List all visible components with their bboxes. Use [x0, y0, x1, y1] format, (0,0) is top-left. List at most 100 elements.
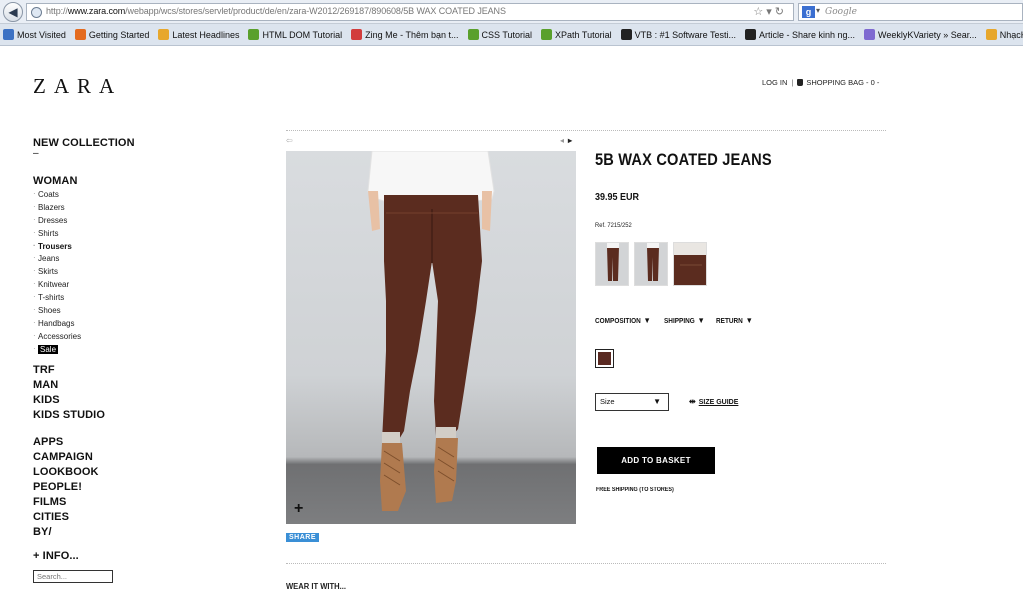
thumbnail-3[interactable] — [673, 242, 707, 286]
nav-lookbook[interactable]: LOOKBOOK — [33, 465, 193, 480]
zara-logo[interactable]: ZARA — [33, 74, 122, 99]
back-arrow-icon[interactable]: ◀ — [3, 2, 23, 22]
size-guide-label: SIZE GUIDE — [698, 399, 739, 406]
dropdown-triangle-icon: ▼ — [697, 316, 705, 325]
login-link[interactable]: LOG IN — [762, 78, 787, 87]
woman-subcategories: Coats Blazers Dresses Shirts Trousers Jeans Sk… — [33, 188, 193, 357]
divider-top — [286, 130, 886, 131]
bookmark-item[interactable]: Article - Share kinh ng... — [742, 24, 855, 45]
vtb-icon — [620, 29, 632, 40]
size-guide-link[interactable]: ⇹ SIZE GUIDE — [689, 397, 738, 406]
woman-item-accessories[interactable]: Accessories — [33, 330, 193, 344]
w3-icon — [248, 29, 260, 40]
woman-item-sale[interactable]: Sale — [33, 343, 193, 357]
bookmark-item[interactable]: XPath Tutorial — [538, 24, 612, 45]
rss-icon — [158, 29, 170, 40]
url-bar-icons[interactable]: ☆▾↻ — [753, 5, 787, 18]
woman-item-knitwear[interactable]: Knitwear — [33, 278, 193, 292]
nav-films[interactable]: FILMS — [33, 495, 193, 510]
globe-icon — [31, 7, 42, 18]
bookmark-item[interactable]: Getting Started — [72, 24, 149, 45]
zoom-plus-icon[interactable]: + — [294, 500, 303, 518]
nav-cities[interactable]: CITIES — [33, 510, 193, 525]
ruler-icon: ⇹ — [689, 397, 696, 406]
nav-info[interactable]: + INFO... — [33, 550, 193, 562]
browser-search-box[interactable]: g ▾ Google — [798, 3, 1023, 21]
zing-icon — [351, 29, 363, 40]
vtb-icon — [744, 29, 756, 40]
search-placeholder: Google — [825, 7, 857, 17]
site-search-input[interactable] — [33, 569, 113, 583]
bookmark-item[interactable]: Latest Headlines — [155, 24, 239, 45]
woman-item-shoes[interactable]: Shoes — [33, 304, 193, 318]
google-icon: g — [802, 6, 815, 18]
bookmark-item[interactable]: VTB : #1 Software Testi... — [618, 24, 736, 45]
share-button[interactable]: SHARE — [286, 533, 320, 542]
address-bar[interactable]: http://www.zara.com/webapp/wcs/stores/se… — [26, 3, 794, 21]
thumbnail-1[interactable] — [595, 242, 629, 286]
tab-shipping[interactable]: SHIPPING ▼ — [664, 316, 705, 325]
woman-item-handbags[interactable]: Handbags — [33, 317, 193, 331]
size-select[interactable]: Size ▼ — [595, 393, 669, 411]
bookmark-item[interactable]: WeeklyKVariety » Sear... — [861, 24, 977, 45]
size-select-label: Size — [600, 397, 615, 406]
nav-kids[interactable]: KIDS — [33, 393, 193, 408]
bookmark-label: HTML DOM Tutorial — [262, 30, 343, 40]
divider-bottom — [286, 563, 886, 564]
woman-item-trousers[interactable]: Trousers — [33, 240, 193, 254]
back-to-list-icon[interactable]: ⇦ — [286, 136, 293, 145]
nav-kidsstudio[interactable]: KIDS STUDIO — [33, 408, 193, 423]
bookmark-label: VTB : #1 Software Testi... — [634, 30, 736, 40]
product-price: 39.95 EUR — [595, 192, 640, 203]
color-swatch[interactable] — [595, 349, 614, 368]
woman-item-dresses[interactable]: Dresses — [33, 214, 193, 228]
nav-new-collection[interactable]: NEW COLLECTION — [33, 137, 193, 149]
nav-people[interactable]: PEOPLE! — [33, 480, 193, 495]
woman-item-shirts[interactable]: Shirts — [33, 227, 193, 241]
bookmark-label: Zing Me - Thêm bạn t... — [365, 30, 459, 40]
woman-item-label: Blazers — [38, 202, 65, 212]
nav-woman[interactable]: WOMAN — [33, 175, 193, 187]
nav-man[interactable]: MAN — [33, 378, 193, 393]
bookmark-label: NhạcHot — [999, 30, 1023, 40]
free-shipping-note: FREE SHIPPING (TO STORES) — [596, 487, 674, 493]
woman-item-coats[interactable]: Coats — [33, 188, 193, 202]
add-to-basket-button[interactable]: ADD TO BASKET — [597, 447, 715, 474]
woman-item-skirts[interactable]: Skirts — [33, 265, 193, 279]
woman-item-label: Shoes — [38, 306, 61, 316]
woman-item-label: T-shirts — [38, 293, 65, 303]
color-swatch-fill — [598, 352, 611, 365]
bookmark-item[interactable]: HTML DOM Tutorial — [245, 24, 343, 45]
bookmark-label: WeeklyKVariety » Sear... — [878, 30, 977, 40]
woman-item-label: Dresses — [38, 215, 68, 225]
woman-item-blazers[interactable]: Blazers — [33, 201, 193, 215]
bookmark-item[interactable]: CSS Tutorial — [465, 24, 532, 45]
browser-toolbar: ◀ http://www.zara.com/webapp/wcs/stores/… — [0, 0, 1023, 24]
bookmark-item[interactable]: Most Visited — [0, 24, 66, 45]
wk-icon — [864, 29, 876, 40]
bookmark-item[interactable]: Zing Me - Thêm bạn t... — [348, 24, 459, 45]
nav-group-sections: TRF MAN KIDS KIDS STUDIO — [33, 363, 193, 423]
thumbnail-2[interactable] — [634, 242, 668, 286]
w3-icon — [467, 29, 479, 40]
dropdown-triangle-icon: ▼ — [643, 316, 651, 325]
woman-item-label: Handbags — [38, 318, 75, 328]
nav-campaign[interactable]: CAMPAIGN — [33, 450, 193, 465]
nav-trf[interactable]: TRF — [33, 363, 193, 378]
bookmark-item[interactable]: NhạcHot — [983, 24, 1023, 45]
tab-label: RETURN — [716, 318, 743, 325]
nav-apps[interactable]: APPS — [33, 435, 193, 450]
product-image[interactable]: + — [286, 151, 576, 524]
bookmarks-toolbar: Most Visited Getting Started Latest Headli… — [0, 24, 1023, 46]
shopping-bag-link[interactable]: SHOPPING BAG - 0 - — [806, 78, 879, 87]
woman-item-tshirts[interactable]: T-shirts — [33, 291, 193, 305]
tab-composition[interactable]: COMPOSITION ▼ — [595, 316, 651, 325]
url-text: http://www.zara.com/webapp/wcs/stores/se… — [46, 6, 506, 16]
nav-by[interactable]: BY/ — [33, 525, 193, 540]
chevron-down-icon[interactable]: ▾ — [816, 6, 820, 15]
tab-return[interactable]: RETURN ▼ — [716, 316, 753, 325]
woman-item-jeans[interactable]: Jeans — [33, 252, 193, 266]
tab-label: SHIPPING — [663, 318, 695, 325]
woman-item-label: Coats — [38, 190, 59, 199]
image-pager[interactable]: ◂▸ — [560, 136, 576, 145]
